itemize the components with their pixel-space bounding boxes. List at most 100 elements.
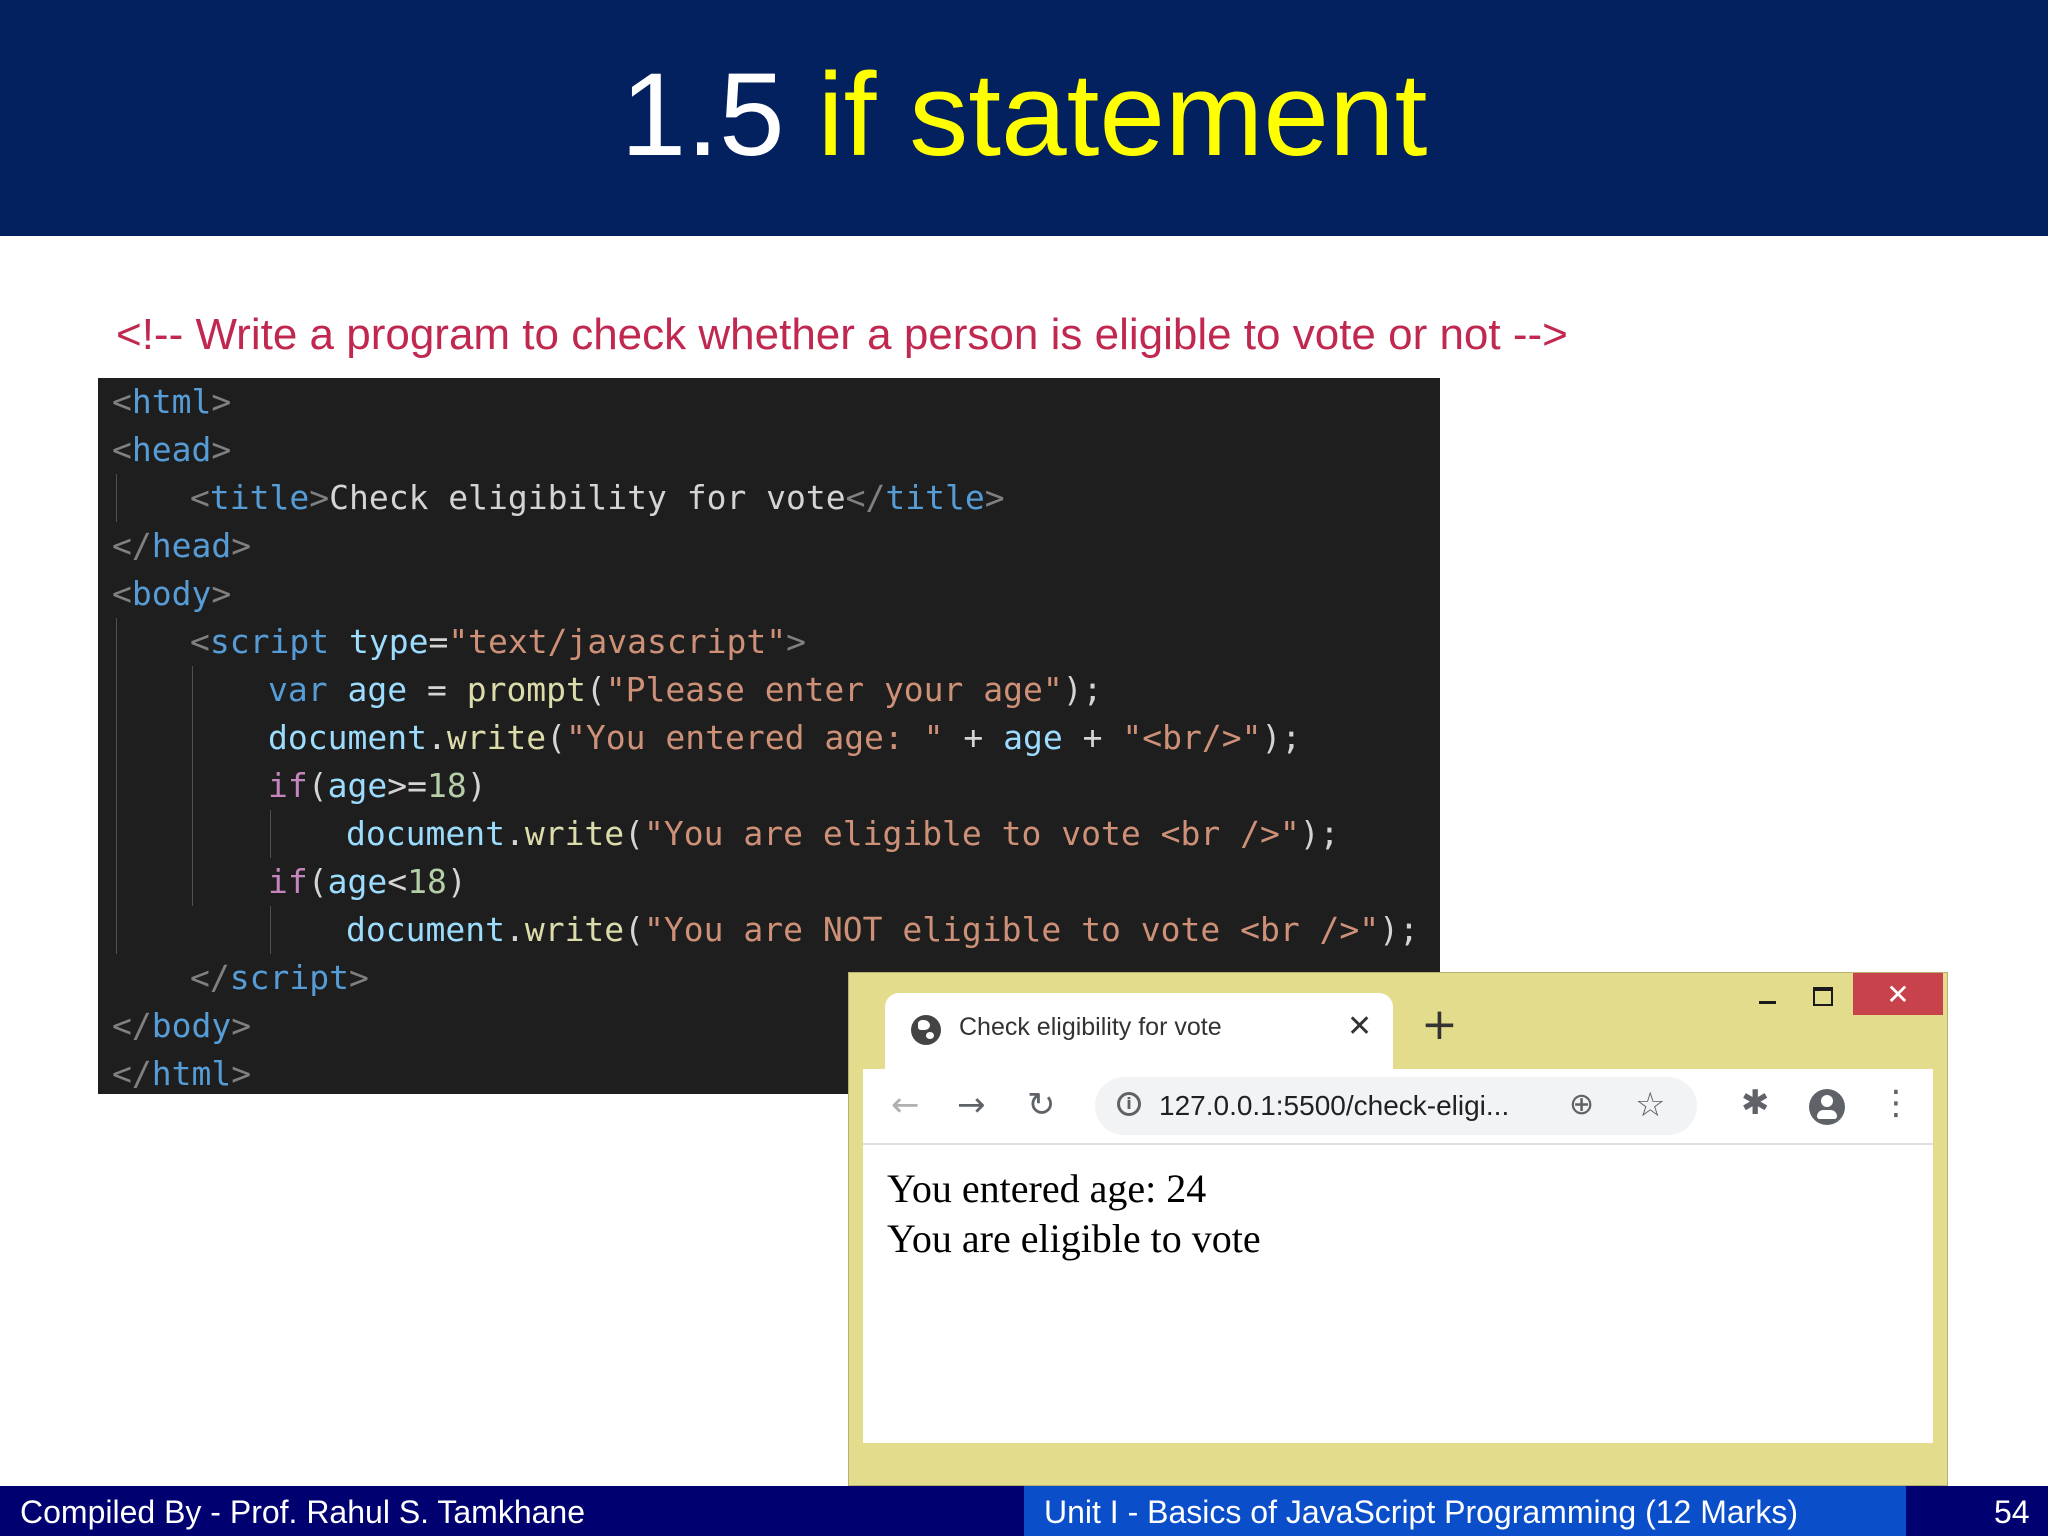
code-token: > — [211, 574, 232, 613]
minimize-icon — [1758, 1000, 1776, 1004]
page-content: You entered age: 24 You are eligible to … — [863, 1145, 1933, 1443]
info-icon[interactable]: i — [1117, 1092, 1141, 1116]
footer-left: Compiled By - Prof. Rahul S. Tamkhane — [0, 1486, 1024, 1536]
code-token: "<br/>" — [1122, 718, 1262, 757]
code-token: var — [268, 670, 328, 709]
footer-middle: Unit I - Basics of JavaScript Programmin… — [1024, 1486, 1906, 1536]
window-minimize-button[interactable] — [1739, 973, 1795, 1019]
code-token: ( — [307, 766, 328, 805]
output-line: You entered age: 24 — [887, 1166, 1207, 1211]
code-token: = — [407, 670, 467, 709]
code-token: document — [346, 910, 505, 949]
code-token: < — [387, 862, 408, 901]
code-line: <script type="text/javascript"> — [190, 618, 806, 666]
footer-unit: Unit I - Basics of JavaScript Programmin… — [1044, 1494, 1798, 1530]
code-token: ( — [624, 910, 645, 949]
code-token: = — [428, 622, 449, 661]
code-token: body — [131, 574, 212, 613]
code-line: </body> — [112, 1002, 251, 1050]
extensions-icon[interactable]: ✱ — [1741, 1083, 1770, 1123]
code-token: write — [446, 718, 547, 757]
indent-guide — [192, 666, 193, 906]
code-line: if(age>=18) — [268, 762, 487, 810]
code-token: title — [885, 478, 985, 517]
browser-window: ✕ Check eligibility for vote ✕ + ← → ↻ i… — [848, 972, 1948, 1486]
code-token: > — [348, 958, 369, 997]
code-token: < — [190, 478, 210, 517]
code-token: age — [327, 862, 388, 901]
code-token: > — [984, 478, 1005, 517]
code-line: if(age<18) — [268, 858, 467, 906]
address-bar[interactable]: i 127.0.0.1:5500/check-eligi... ⊕ ☆ — [1095, 1077, 1697, 1135]
tab-close-icon[interactable]: ✕ — [1347, 1009, 1372, 1044]
code-token: ) — [466, 766, 487, 805]
code-token: > — [309, 478, 330, 517]
code-line: document.write("You entered age: " + age… — [268, 714, 1301, 762]
browser-toolbar: ← → ↻ i 127.0.0.1:5500/check-eligi... ⊕ … — [863, 1069, 1933, 1145]
code-line: <head> — [112, 426, 231, 474]
code-token: ( — [585, 670, 606, 709]
code-token: Check eligibility for vote — [329, 478, 846, 517]
code-token: > — [231, 1054, 252, 1093]
code-token: document — [268, 718, 427, 757]
code-line: <body> — [112, 570, 231, 618]
code-token: . — [426, 718, 447, 757]
window-maximize-button[interactable] — [1795, 973, 1851, 1019]
code-token: </ — [190, 958, 230, 997]
code-token: </ — [112, 1006, 152, 1045]
code-token: document — [346, 814, 505, 853]
menu-icon[interactable]: ⋮ — [1879, 1083, 1913, 1123]
code-token: ); — [1261, 718, 1302, 757]
code-token: write — [524, 910, 625, 949]
code-token: ( — [624, 814, 645, 853]
zoom-icon[interactable]: ⊕ — [1569, 1087, 1594, 1122]
code-token: > — [211, 382, 232, 421]
code-token: > — [231, 526, 252, 565]
maximize-icon — [1813, 986, 1833, 1006]
code-token: "You are NOT eligible to vote <br />" — [644, 910, 1380, 949]
profile-icon[interactable] — [1809, 1089, 1845, 1125]
code-token: ) — [446, 862, 467, 901]
code-token: "text/javascript" — [448, 622, 787, 661]
indent-guide — [270, 810, 271, 858]
code-token: > — [786, 622, 806, 661]
code-token: if — [268, 766, 308, 805]
code-token: "You entered age: " — [566, 718, 944, 757]
window-close-button[interactable]: ✕ — [1853, 973, 1943, 1015]
code-token: title — [209, 478, 310, 517]
code-token: < — [112, 382, 132, 421]
code-line: <html> — [112, 378, 231, 426]
slide-subtitle: <!-- Write a program to check whether a … — [116, 310, 1568, 359]
url-text[interactable]: 127.0.0.1:5500/check-eligi... — [1159, 1090, 1509, 1122]
code-token: head — [151, 526, 232, 565]
footer-author: Compiled By - Prof. Rahul S. Tamkhane — [20, 1494, 585, 1530]
code-token: html — [151, 1054, 232, 1093]
indent-guide — [270, 906, 271, 954]
new-tab-button[interactable]: + — [1421, 1001, 1458, 1049]
code-token: ); — [1299, 814, 1340, 853]
code-token: </ — [112, 1054, 152, 1093]
page-number: 54 — [1994, 1494, 2030, 1530]
code-token: "You are eligible to vote <br />" — [644, 814, 1300, 853]
code-token: > — [231, 1006, 252, 1045]
code-token: ( — [307, 862, 328, 901]
code-token: ( — [546, 718, 567, 757]
code-token: > — [211, 430, 232, 469]
slide-title: 1.5 if statement — [0, 50, 2048, 180]
code-token: ); — [1379, 910, 1419, 949]
code-token: age — [1003, 718, 1063, 757]
code-token: type — [329, 622, 429, 661]
indent-guide — [116, 474, 117, 522]
code-line: document.write("You are eligible to vote… — [346, 810, 1339, 858]
forward-arrow-icon[interactable]: → — [957, 1085, 986, 1125]
code-token: 18 — [407, 862, 447, 901]
code-line: </html> — [112, 1050, 251, 1098]
code-token: . — [504, 814, 525, 853]
code-line: var age = prompt("Please enter your age"… — [268, 666, 1103, 714]
back-arrow-icon[interactable]: ← — [891, 1085, 920, 1125]
star-icon[interactable]: ☆ — [1635, 1085, 1665, 1125]
browser-tab[interactable]: Check eligibility for vote ✕ — [885, 993, 1393, 1069]
title-text: if statement — [817, 49, 1428, 181]
code-token: + — [1062, 718, 1123, 757]
reload-icon[interactable]: ↻ — [1027, 1085, 1056, 1125]
